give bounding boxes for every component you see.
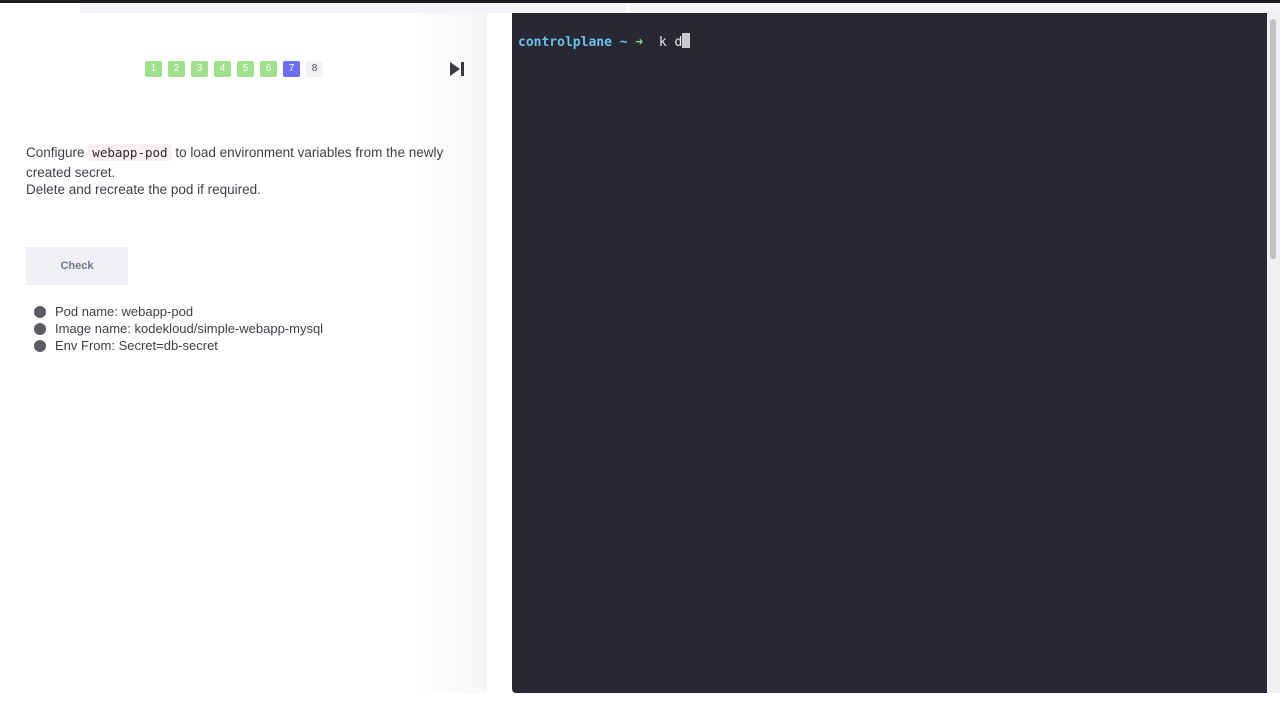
list-item: Image name: kodekloud/simple-webapp-mysq… <box>34 320 323 337</box>
prompt-host: controlplane <box>518 35 612 50</box>
bullet-icon <box>34 305 46 318</box>
bottom-edge <box>0 693 1280 720</box>
step-1[interactable]: 1 <box>145 61 162 77</box>
hint-list: Pod name: webapp-pod Image name: kodeklo… <box>34 303 323 354</box>
terminal-scrollbar[interactable] <box>1267 13 1280 693</box>
check-button[interactable]: Check <box>26 247 128 285</box>
question-prefix: Configure <box>26 145 89 160</box>
browser-top-bar <box>0 0 1280 13</box>
terminal-cursor <box>682 33 691 48</box>
question-line-1: Configure webapp-pod to load environment… <box>26 143 456 183</box>
list-item: Pod name: webapp-pod <box>34 303 323 320</box>
step-navigation: 1 2 3 4 5 6 7 8 <box>145 61 323 77</box>
question-panel: 1 2 3 4 5 6 7 8 Configure webapp-pod to … <box>0 13 487 693</box>
bullet-icon <box>34 339 46 352</box>
step-4[interactable]: 4 <box>214 61 231 77</box>
top-toolbar-right <box>630 3 1280 13</box>
question-line-2: Delete and recreate the pod if required. <box>26 182 261 197</box>
step-7[interactable]: 7 <box>283 61 300 77</box>
prompt-tilde: ~ <box>619 35 628 50</box>
terminal[interactable]: controlplane ~ ➜ k d <box>512 13 1267 693</box>
question-text: Configure webapp-pod to load environment… <box>26 143 456 200</box>
hint-text: Image name: kodekloud/simple-webapp-mysq… <box>55 321 324 336</box>
prompt-arrow-icon: ➜ <box>635 35 644 50</box>
list-item: Env From: Secret=db-secret <box>34 337 323 354</box>
step-8[interactable]: 8 <box>306 61 323 77</box>
bullet-icon <box>34 322 46 335</box>
hint-text: Env From: Secret=db-secret <box>55 338 218 353</box>
step-5[interactable]: 5 <box>237 61 254 77</box>
step-2[interactable]: 2 <box>168 61 185 77</box>
pod-name-code: webapp-pod <box>88 144 172 161</box>
terminal-command: k d <box>658 35 683 50</box>
scrollbar-thumb[interactable] <box>1270 19 1276 259</box>
step-3[interactable]: 3 <box>191 61 208 77</box>
hint-text: Pod name: webapp-pod <box>55 304 194 319</box>
step-6[interactable]: 6 <box>260 61 277 77</box>
terminal-prompt-line[interactable]: controlplane ~ ➜ k d <box>518 33 691 52</box>
top-toolbar-left <box>80 3 626 13</box>
skip-to-end-icon[interactable] <box>449 62 465 76</box>
